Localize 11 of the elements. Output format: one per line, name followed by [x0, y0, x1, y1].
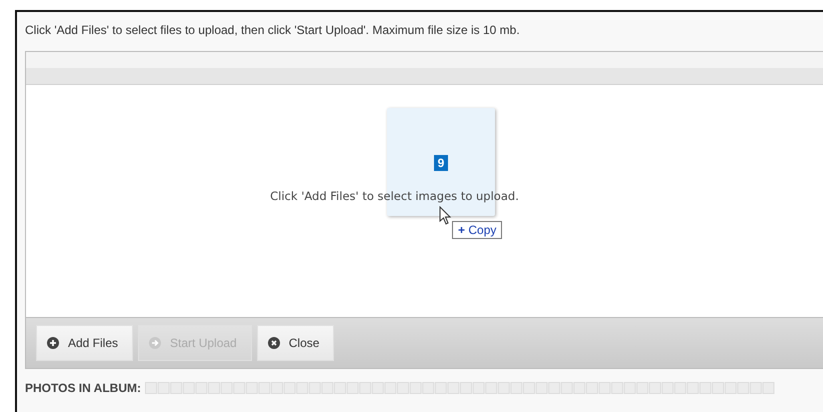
photos-in-album-label: PHOTOS IN ALBUM: — [25, 381, 141, 395]
plus-icon — [47, 337, 59, 349]
file-count-badge: 9 — [434, 155, 448, 171]
cursor-icon — [439, 206, 453, 226]
copy-tooltip: + Copy — [452, 221, 502, 239]
drop-message: Click 'Add Files' to select images to upload. — [269, 189, 520, 203]
add-files-button[interactable]: Add Files — [36, 325, 134, 361]
close-icon — [268, 337, 280, 349]
instructions-text: Click 'Add Files' to select files to upload, then click 'Start Upload'. Maximum file size is 10 mb. — [25, 22, 521, 39]
arrow-icon — [149, 337, 162, 349]
close-button[interactable]: Close — [256, 325, 334, 361]
